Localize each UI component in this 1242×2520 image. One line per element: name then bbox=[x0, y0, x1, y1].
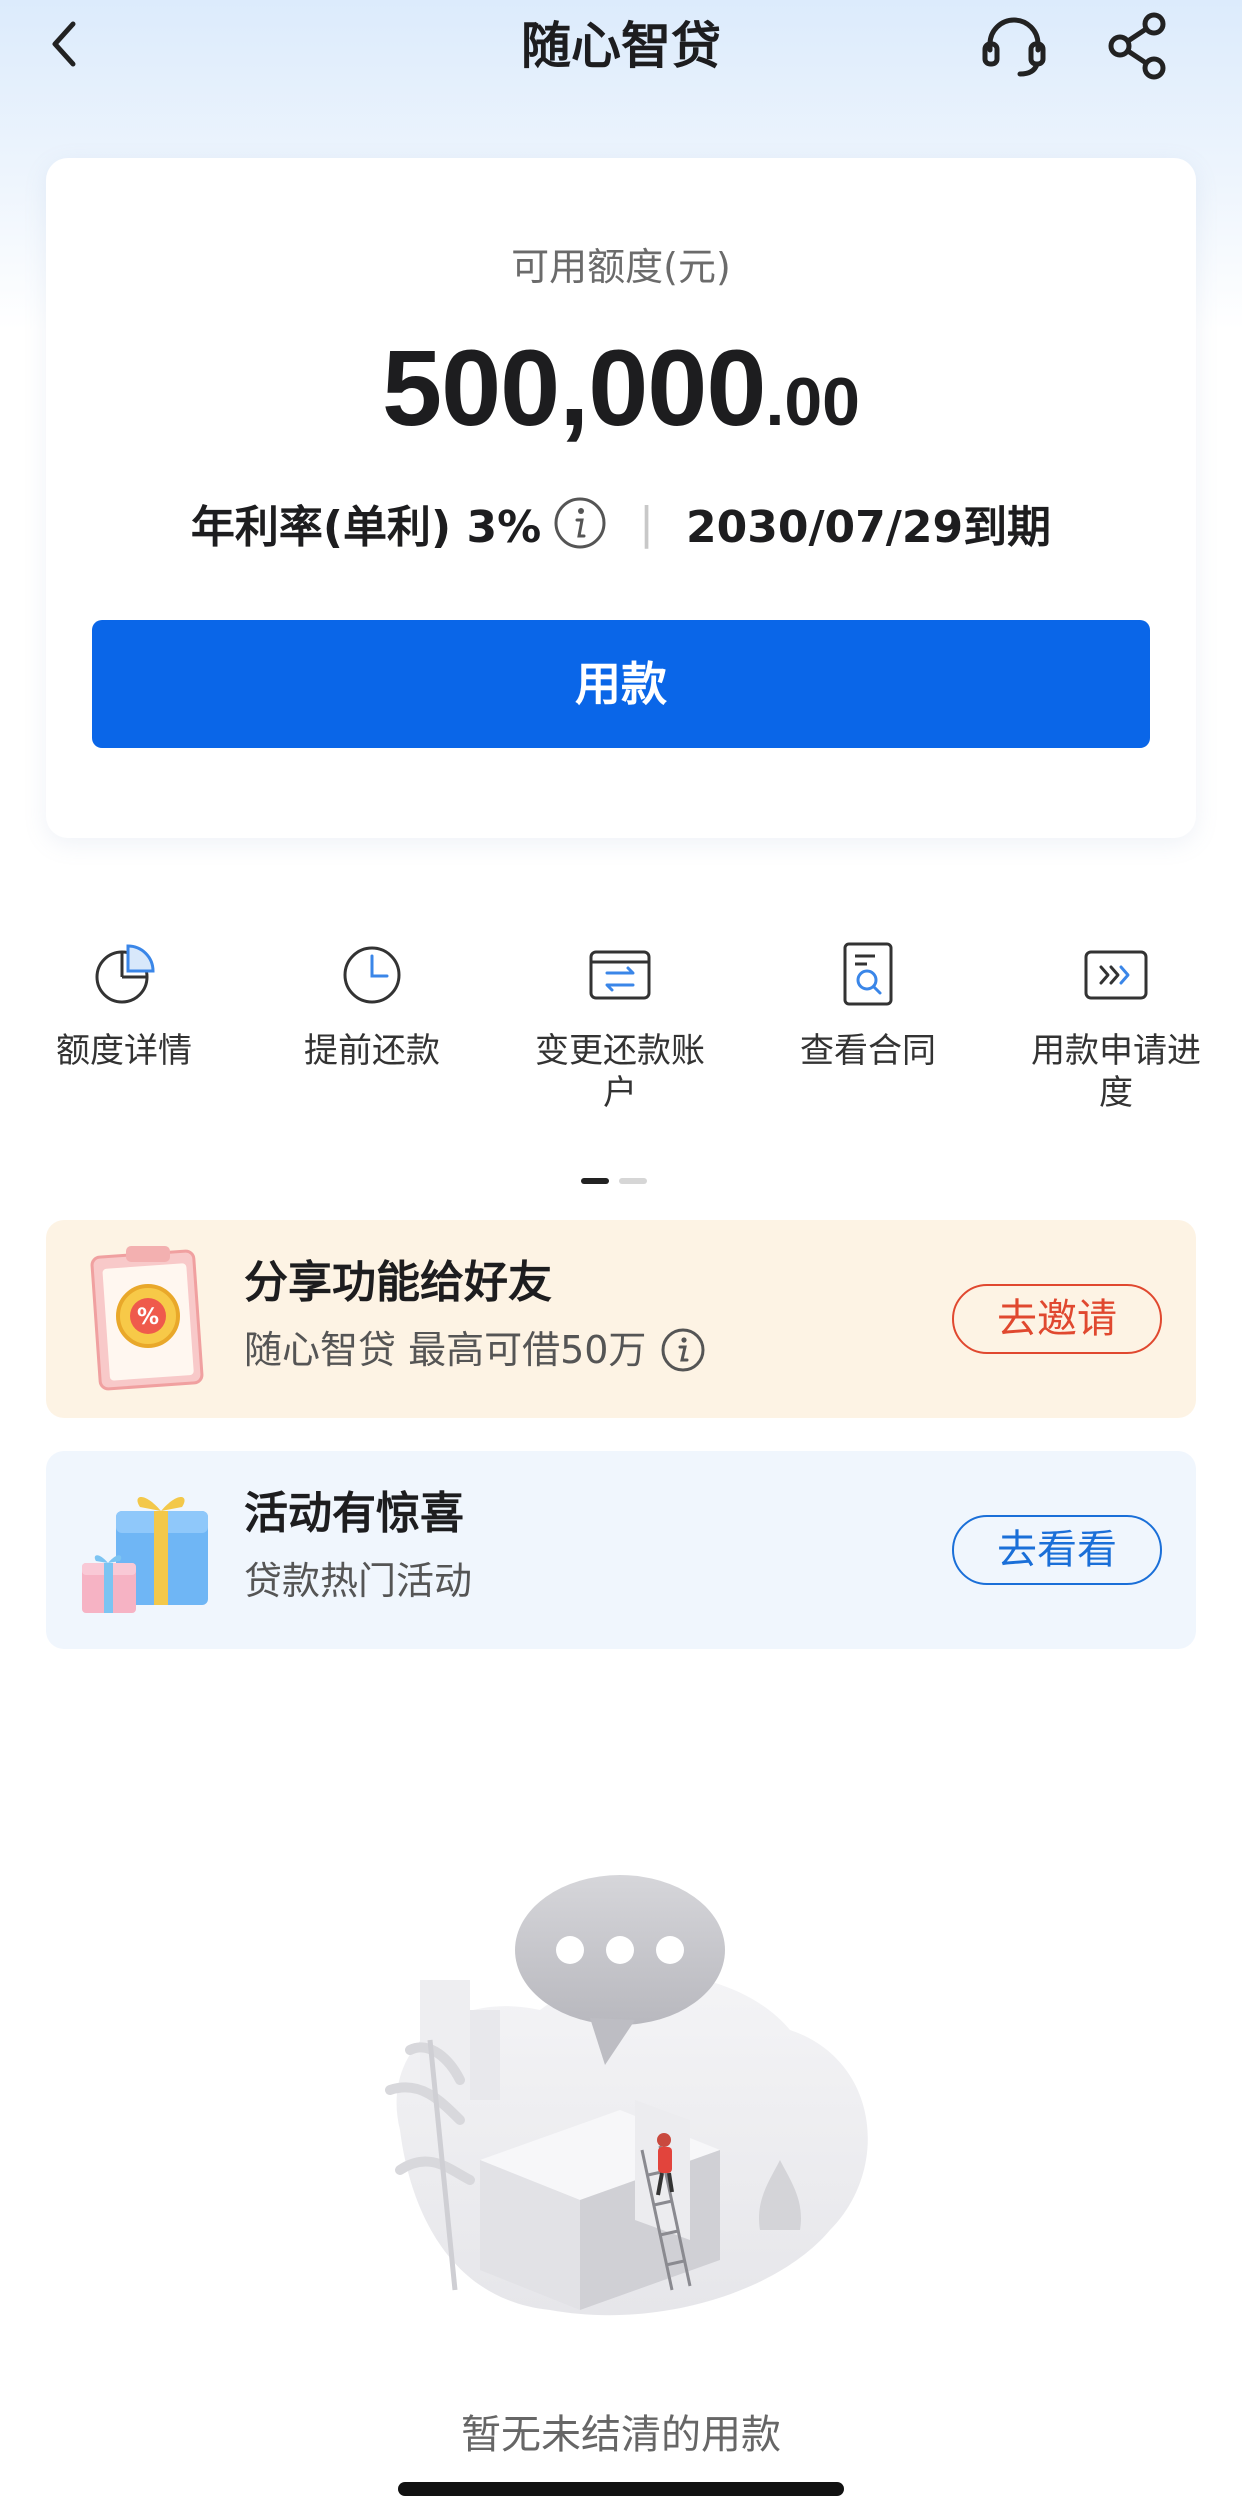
navigation-bar: 随心智贷 bbox=[0, 0, 1242, 96]
rate-row: 年利率(单利) 3% | 2030/07/29到期 bbox=[46, 488, 1196, 558]
view-activity-button[interactable]: 去看看 bbox=[952, 1515, 1162, 1585]
annual-rate: 年利率(单利) 3% bbox=[190, 502, 542, 553]
activity-promo-subtitle: 贷款热门活动 bbox=[244, 1559, 473, 1603]
action-change-repayment-account[interactable]: 变更还款账户 bbox=[520, 940, 720, 1114]
page-title: 随心智贷 bbox=[521, 17, 721, 75]
action-application-progress[interactable]: 用款申请进度 bbox=[1016, 940, 1216, 1114]
headset-icon bbox=[978, 10, 1050, 86]
share-button[interactable] bbox=[1100, 10, 1176, 86]
credit-card: 可用额度(元) 500,000.00 年利率(单利) 3% | 2030/07/… bbox=[46, 158, 1196, 838]
clipboard-discount-icon: % bbox=[90, 1246, 204, 1391]
available-limit-label: 可用额度(元) bbox=[511, 245, 731, 289]
withdraw-button[interactable]: 用款 bbox=[92, 620, 1150, 748]
customer-service-button[interactable] bbox=[976, 10, 1052, 86]
clock-icon bbox=[343, 946, 401, 1004]
svg-text:%: % bbox=[137, 1305, 159, 1330]
contract-search-icon bbox=[843, 942, 893, 1006]
share-icon bbox=[1102, 10, 1174, 86]
quick-actions: 额度详情 提前还款 变更还款账户 查看合同 用款申请进度 bbox=[0, 940, 1242, 1140]
available-limit-amount: 500,000.00 bbox=[46, 328, 1196, 481]
card-exchange-icon bbox=[589, 950, 651, 1000]
home-indicator bbox=[398, 2482, 844, 2496]
share-promo-title: 分享功能给好友 bbox=[244, 1257, 552, 1308]
gift-box-icon bbox=[82, 1497, 208, 1613]
action-label: 用款申请进度 bbox=[1031, 1031, 1201, 1113]
action-limit-details[interactable]: 额度详情 bbox=[24, 940, 224, 1072]
amount-integer: 500,000 bbox=[382, 327, 766, 448]
action-label: 变更还款账户 bbox=[535, 1031, 705, 1113]
info-icon[interactable] bbox=[660, 1327, 706, 1373]
page-dot[interactable] bbox=[619, 1178, 647, 1184]
pie-chart-icon bbox=[95, 944, 155, 1004]
activity-promo-title: 活动有惊喜 bbox=[244, 1488, 464, 1539]
empty-state-illustration bbox=[385, 1875, 868, 2316]
info-icon[interactable] bbox=[553, 496, 607, 550]
share-promo-subtitle: 随心智贷 最高可借50万 bbox=[244, 1328, 647, 1372]
action-view-contract[interactable]: 查看合同 bbox=[768, 940, 968, 1072]
page-indicator bbox=[581, 1178, 661, 1184]
action-label: 提前还款 bbox=[304, 1031, 440, 1071]
due-date: 2030/07/29到期 bbox=[686, 502, 1052, 553]
action-label: 查看合同 bbox=[800, 1031, 936, 1071]
action-early-repayment[interactable]: 提前还款 bbox=[272, 940, 472, 1072]
share-promo-subtitle-row: 随心智贷 最高可借50万 bbox=[244, 1326, 706, 1374]
progress-arrows-icon bbox=[1084, 950, 1148, 1000]
activity-promo-card[interactable]: 活动有惊喜 贷款热门活动 去看看 bbox=[46, 1451, 1196, 1649]
amount-decimal: .00 bbox=[765, 364, 860, 440]
action-label: 额度详情 bbox=[56, 1031, 192, 1071]
rate-separator: | bbox=[639, 497, 654, 549]
page-dot-active bbox=[581, 1178, 609, 1184]
empty-state-text: 暂无未结清的用款 bbox=[461, 2412, 781, 2458]
share-promo-card[interactable]: % 分享功能给好友 随心智贷 最高可借50万 去邀请 bbox=[46, 1220, 1196, 1418]
invite-button[interactable]: 去邀请 bbox=[952, 1284, 1162, 1354]
